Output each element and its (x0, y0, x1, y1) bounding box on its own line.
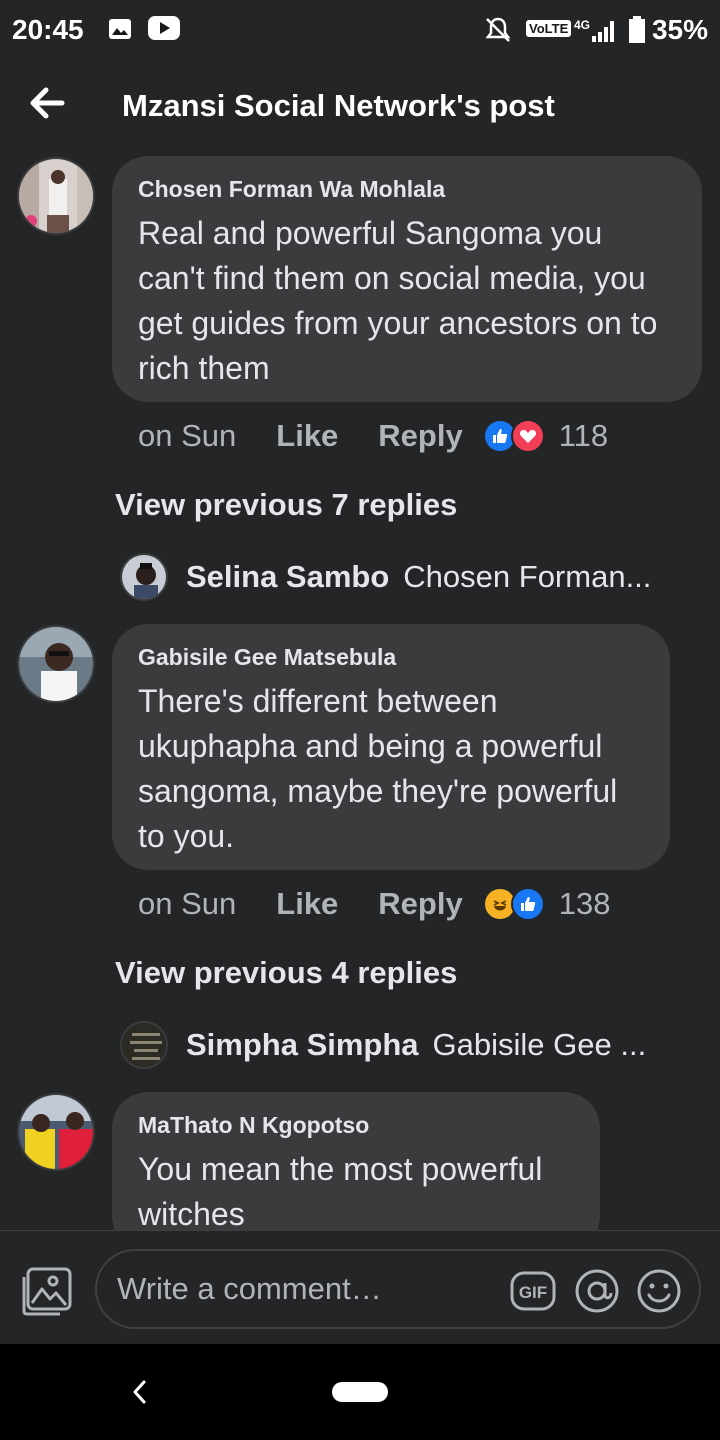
comment-actions: on Sun Like Reply 138 (138, 882, 610, 926)
status-bar: 20:45 VoLTE 4G 35% (0, 0, 720, 60)
network-type: 4G (574, 18, 591, 32)
view-previous-replies[interactable]: View previous 7 replies (115, 487, 457, 523)
reply-snippet: Chosen Forman... (403, 559, 652, 594)
like-reaction-icon (510, 887, 545, 921)
comment-bubble[interactable]: MaThato N Kgopotso You mean the most pow… (112, 1092, 600, 1252)
battery-percentage: 35% (651, 14, 708, 45)
emoji-button[interactable] (635, 1267, 683, 1315)
app-root: 20:45 VoLTE 4G 35% Mzansi Social Network… (0, 0, 720, 1344)
youtube-icon (148, 16, 180, 45)
reply-preview[interactable]: Simpha Simpha Gabisile Gee ... (120, 1020, 646, 1070)
comment-input-container[interactable]: GIF (95, 1249, 701, 1329)
avatar[interactable] (17, 157, 95, 235)
avatar (120, 1021, 168, 1069)
comment-time[interactable]: on Sun (138, 418, 236, 454)
chevron-left-icon (133, 1380, 146, 1404)
comment-author[interactable]: Chosen Forman Wa Mohlala (138, 176, 676, 203)
like-button[interactable]: Like (276, 886, 338, 922)
gif-button[interactable]: GIF (509, 1267, 557, 1315)
reply-preview[interactable]: Selina Sambo Chosen Forman... (120, 552, 651, 602)
reply-button[interactable]: Reply (378, 886, 462, 922)
gif-icon: GIF (510, 1271, 556, 1311)
view-previous-replies[interactable]: View previous 4 replies (115, 955, 457, 991)
like-button[interactable]: Like (276, 418, 338, 454)
comment-text: Real and powerful Sangoma you can't find… (138, 215, 658, 386)
comment-composer: GIF (0, 1230, 720, 1344)
photo-button[interactable] (20, 1263, 74, 1317)
avatar[interactable] (17, 625, 95, 703)
avatar (120, 553, 168, 601)
comment-author[interactable]: MaThato N Kgopotso (138, 1112, 574, 1139)
reactions[interactable] (482, 887, 545, 921)
gallery-icon (108, 18, 132, 45)
reply-author[interactable]: Simpha Simpha (186, 1027, 419, 1063)
mute-icon (484, 16, 512, 49)
comment-input[interactable] (117, 1265, 497, 1313)
header: Mzansi Social Network's post (0, 60, 720, 150)
mention-icon (575, 1269, 619, 1313)
battery-icon (628, 16, 646, 49)
volte-icon: VoLTE (526, 20, 572, 37)
comment-bubble[interactable]: Gabisile Gee Matsebula There's different… (112, 624, 670, 870)
comment-text: You mean the most powerful witches (138, 1151, 543, 1232)
reply-author[interactable]: Selina Sambo (186, 559, 389, 595)
reaction-count[interactable]: 138 (559, 886, 611, 922)
photo-icon (22, 1267, 72, 1316)
reactions[interactable] (482, 419, 545, 453)
comment-bubble[interactable]: Chosen Forman Wa Mohlala Real and powerf… (112, 156, 702, 402)
system-back-button[interactable] (128, 1376, 152, 1408)
comment-time[interactable]: on Sun (138, 886, 236, 922)
comment-author[interactable]: Gabisile Gee Matsebula (138, 644, 644, 671)
mention-button[interactable] (573, 1267, 621, 1315)
page-title: Mzansi Social Network's post (122, 88, 555, 123)
reply-button[interactable]: Reply (378, 418, 462, 454)
emoji-icon (637, 1269, 681, 1313)
reply-snippet: Gabisile Gee ... (432, 1027, 647, 1062)
love-reaction-icon (510, 419, 545, 453)
gif-label: GIF (519, 1283, 547, 1302)
comment-actions: on Sun Like Reply 118 (138, 414, 608, 458)
reaction-count[interactable]: 118 (559, 418, 608, 454)
arrow-left-icon (30, 87, 65, 119)
signal-icon (590, 20, 618, 47)
back-button[interactable] (22, 78, 72, 128)
home-pill-button[interactable] (332, 1382, 388, 1402)
status-time: 20:45 (12, 14, 84, 45)
avatar[interactable] (17, 1093, 95, 1171)
comment-text: There's different between ukuphapha and … (138, 683, 618, 854)
system-navigation-bar (0, 1344, 720, 1440)
